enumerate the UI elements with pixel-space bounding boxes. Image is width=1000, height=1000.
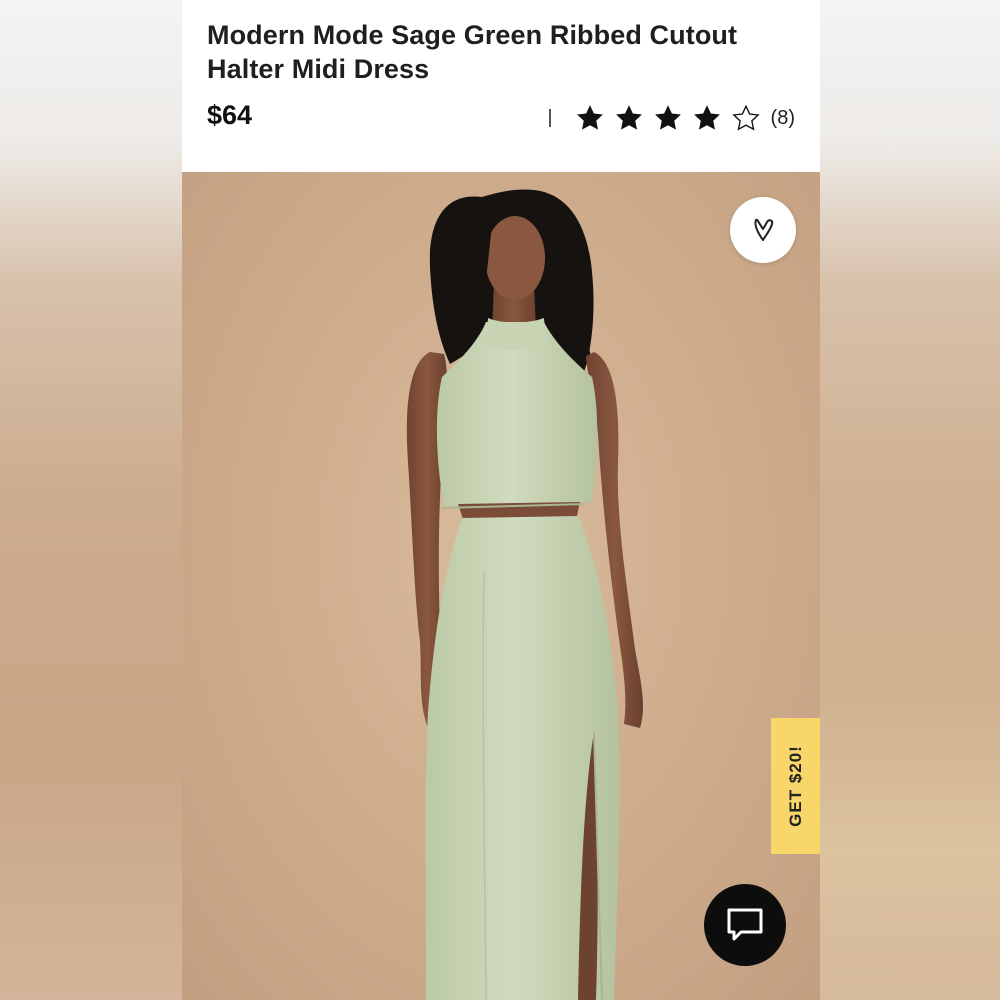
promo-label: GET $20! — [785, 745, 805, 827]
star-outline-icon — [731, 104, 760, 131]
star-filled-icon — [576, 105, 603, 130]
heart-icon — [754, 218, 774, 241]
star-filled-icon — [693, 105, 720, 130]
chat-button[interactable] — [704, 884, 786, 966]
favorite-button[interactable] — [730, 197, 796, 263]
product-card: Modern Mode Sage Green Ribbed Cutout Hal… — [182, 0, 820, 1000]
star-filled-icon — [615, 105, 642, 130]
product-header: Modern Mode Sage Green Ribbed Cutout Hal… — [182, 0, 820, 172]
product-price: $64 — [207, 100, 253, 130]
rating-row[interactable]: (8) — [548, 100, 795, 136]
review-count[interactable]: (8) — [771, 107, 795, 130]
star-filled-icon — [654, 105, 681, 130]
promo-tab[interactable]: GET $20! — [771, 718, 820, 854]
chat-bubble-icon — [727, 908, 763, 941]
right-blur-panel — [820, 0, 1000, 1000]
product-title: Modern Mode Sage Green Ribbed Cutout Hal… — [207, 20, 738, 84]
model-illustration — [406, 189, 644, 1000]
divider — [548, 109, 551, 127]
product-image[interactable]: GET $20! — [182, 172, 820, 1000]
left-blur-panel — [0, 0, 182, 1000]
